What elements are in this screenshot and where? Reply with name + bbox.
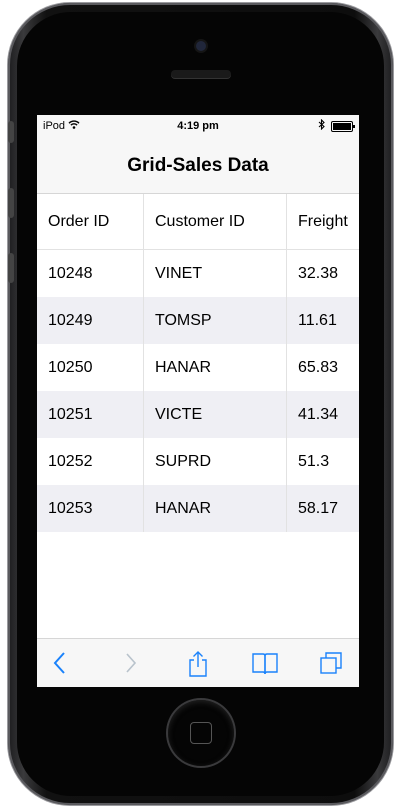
cell-customer-id: VINET [143,249,287,297]
header-freight[interactable]: Freight [286,194,359,250]
cell-freight: 32.38 [298,264,339,282]
cell-customer-id: TOMSP [143,297,287,344]
home-button[interactable] [167,700,234,766]
screen: iPod 4:19 pm Grid-Sales Data Order ID Cu… [37,115,359,687]
status-right [318,118,355,133]
table-row[interactable]: 10248 VINET 32.38 [37,249,359,297]
browser-toolbar [37,638,359,687]
cell-customer-id: SUPRD [143,438,287,485]
battery-icon [331,120,355,132]
cell-order-id: 10250 [37,344,144,391]
tabs-icon[interactable] [318,650,344,676]
status-bar: iPod 4:19 pm [37,115,359,137]
cell-freight: 58.17 [286,485,359,532]
volume-up-button [8,188,14,218]
forward-icon[interactable] [118,650,144,676]
bluetooth-icon [318,118,325,133]
cell-freight: 41.34 [286,391,359,438]
cell-order-id: 10248 [37,249,144,297]
cell-freight: 51.3 [298,452,330,470]
page-title: Grid-Sales Data [127,155,269,176]
cell-customer-id: HANAR [143,485,287,532]
cell-freight: 11.61 [286,297,359,344]
table-row[interactable]: 10253 HANAR 58.17 [37,485,359,532]
table-row[interactable]: 10250 HANAR 65.83 [37,344,359,391]
home-button-icon [189,722,212,744]
sales-grid: Order ID Customer ID Freight 10248 VINET… [37,194,359,532]
grid-header-row: Order ID Customer ID Freight [37,194,359,250]
back-icon[interactable] [47,650,73,676]
cell-freight: 65.83 [298,358,339,376]
bookmarks-icon[interactable] [251,650,278,676]
cell-order-id: 10249 [37,297,144,344]
mute-switch [8,121,14,143]
cell-customer-id: HANAR [143,344,287,391]
earpiece-speaker [170,70,231,78]
cell-customer-id: VICTE [143,391,287,438]
table-row[interactable]: 10251 VICTE 41.34 [37,391,359,438]
status-time: 4:19 pm [177,120,219,132]
table-row[interactable]: 10252 SUPRD 51.3 [37,438,359,485]
header-order-id[interactable]: Order ID [37,194,144,250]
header-customer-id[interactable]: Customer ID [143,194,287,250]
title-bar: Grid-Sales Data [37,137,359,194]
cell-order-id: 10251 [37,391,144,438]
share-icon[interactable] [185,650,211,677]
cell-order-id: 10253 [37,485,144,532]
volume-down-button [8,253,14,283]
cell-order-id: 10252 [37,438,144,485]
front-camera [195,41,206,51]
table-row[interactable]: 10249 TOMSP 11.61 [37,297,359,344]
